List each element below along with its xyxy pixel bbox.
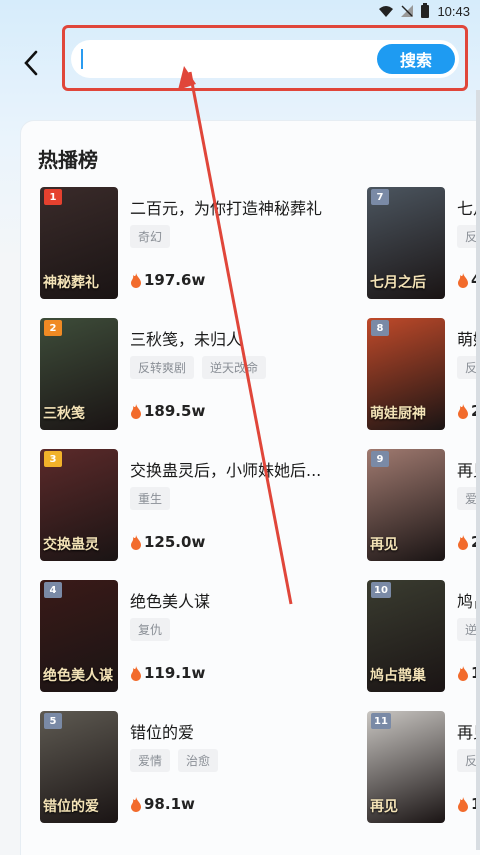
heat-count: 125.0w [130,533,205,551]
status-bar: 10:43 [0,0,480,22]
flame-icon [458,403,468,419]
ranking-item[interactable]: 8萌娃厨神萌娃反转2 [367,318,480,430]
drama-title[interactable]: 三秋笺，未归人 [130,326,242,350]
ranking-item[interactable]: 1 神秘葬礼 二百元，为你打造神秘葬礼 奇幻 197.6w [40,187,340,299]
poster-title-artwork: 鸠占鹊巢 [370,667,426,684]
tag-list: 爱情 治愈 [130,749,219,772]
rank-badge: 11 [371,713,391,729]
flame-icon [458,665,468,681]
ranking-item[interactable]: 4 绝色美人谋 绝色美人谋 复仇 119.1w [40,580,340,692]
battery-icon [421,2,430,18]
status-time: 10:43 [437,3,470,19]
ranking-item[interactable]: 10鸠占鹊巢鸠占逆袭1 [367,580,480,692]
tag-list: 复仇 [130,618,171,641]
ranking-item[interactable]: 9再见再见爱情2 [367,449,480,561]
poster-title-artwork: 绝色美人谋 [43,667,113,684]
rank-badge: 10 [371,582,391,598]
heat-value: 119.1w [144,664,206,682]
heat-value: 197.6w [144,271,206,289]
ranking-item[interactable]: 2 三秋笺 三秋笺，未归人 反转爽剧 逆天改命 189.5w [40,318,340,430]
poster-image[interactable]: 7 七月之后 [367,187,445,299]
drama-title[interactable]: 错位的爱 [130,719,194,743]
poster-title-artwork: 再见 [370,798,398,815]
poster-title-artwork: 错位的爱 [43,798,99,815]
genre-tag: 逆天改命 [202,356,267,379]
poster-image[interactable]: 10 鸠占鹊巢 [367,580,445,692]
flame-icon [131,403,141,419]
poster-title-artwork: 交换蛊灵 [43,536,99,553]
poster-title-artwork: 萌娃厨神 [370,405,426,422]
search-input[interactable] [81,44,371,74]
poster-title-artwork: 七月之后 [370,274,426,291]
flame-icon [131,665,141,681]
heat-value: 98.1w [144,795,195,813]
genre-tag: 治愈 [178,749,219,772]
poster-image[interactable]: 2 三秋笺 [40,318,118,430]
wifi-icon [379,5,394,17]
poster-image[interactable]: 9 再见 [367,449,445,561]
genre-tag: 爱情 [130,749,171,772]
flame-icon [458,272,468,288]
heat-count: 189.5w [130,402,205,420]
flame-icon [131,796,141,812]
search-button[interactable]: 搜索 [377,44,455,74]
poster-image[interactable]: 8 萌娃厨神 [367,318,445,430]
rank-badge: 8 [371,320,389,336]
poster-image[interactable]: 4 绝色美人谋 [40,580,118,692]
ranking-item[interactable]: 7七月之后七月反转4 [367,187,480,299]
rank-badge: 4 [44,582,62,598]
rank-badge: 2 [44,320,62,336]
heat-count: 98.1w [130,795,195,813]
poster-image[interactable]: 1 神秘葬礼 [40,187,118,299]
search-bar: 搜索 [71,40,459,78]
section-title: 热播榜 [38,148,98,172]
tag-list: 奇幻 [130,225,171,248]
drama-title[interactable]: 绝色美人谋 [130,588,210,612]
genre-tag: 反转爽剧 [130,356,195,379]
no-signal-icon [401,5,414,17]
rank-badge: 9 [371,451,389,467]
ranking-item[interactable]: 3 交换蛊灵 交换蛊灵后，小师妹她后... 重生 125.0w [40,449,340,561]
ranking-item[interactable]: 11再见再见反转1 [367,711,480,823]
rank-badge: 7 [371,189,389,205]
chevron-left-icon [24,50,38,76]
poster-title-artwork: 神秘葬礼 [43,274,99,291]
tag-list: 重生 [130,487,171,510]
rank-badge: 3 [44,451,62,467]
ranking-item[interactable]: 5 错位的爱 错位的爱 爱情 治愈 98.1w [40,711,340,823]
poster-title-artwork: 再见 [370,536,398,553]
flame-icon [131,534,141,550]
rank-badge: 1 [44,189,62,205]
back-button[interactable] [18,48,44,78]
drama-title[interactable]: 交换蛊灵后，小师妹她后... [130,457,321,481]
flame-icon [458,534,468,550]
genre-tag: 重生 [130,487,171,510]
poster-image[interactable]: 5 错位的爱 [40,711,118,823]
drama-title[interactable]: 二百元，为你打造神秘葬礼 [130,195,322,219]
genre-tag: 复仇 [130,618,171,641]
annotation-highlight-box: 搜索 [62,25,468,91]
heat-count: 119.1w [130,664,205,682]
heat-value: 125.0w [144,533,206,551]
flame-icon [458,796,468,812]
scrollbar[interactable] [476,90,480,850]
poster-image[interactable]: 3 交换蛊灵 [40,449,118,561]
rank-badge: 5 [44,713,62,729]
genre-tag: 奇幻 [130,225,171,248]
flame-icon [131,272,141,288]
tag-list: 反转爽剧 逆天改命 [130,356,267,379]
poster-image[interactable]: 11 再见 [367,711,445,823]
heat-count: 197.6w [130,271,205,289]
heat-value: 189.5w [144,402,206,420]
poster-title-artwork: 三秋笺 [43,405,85,422]
